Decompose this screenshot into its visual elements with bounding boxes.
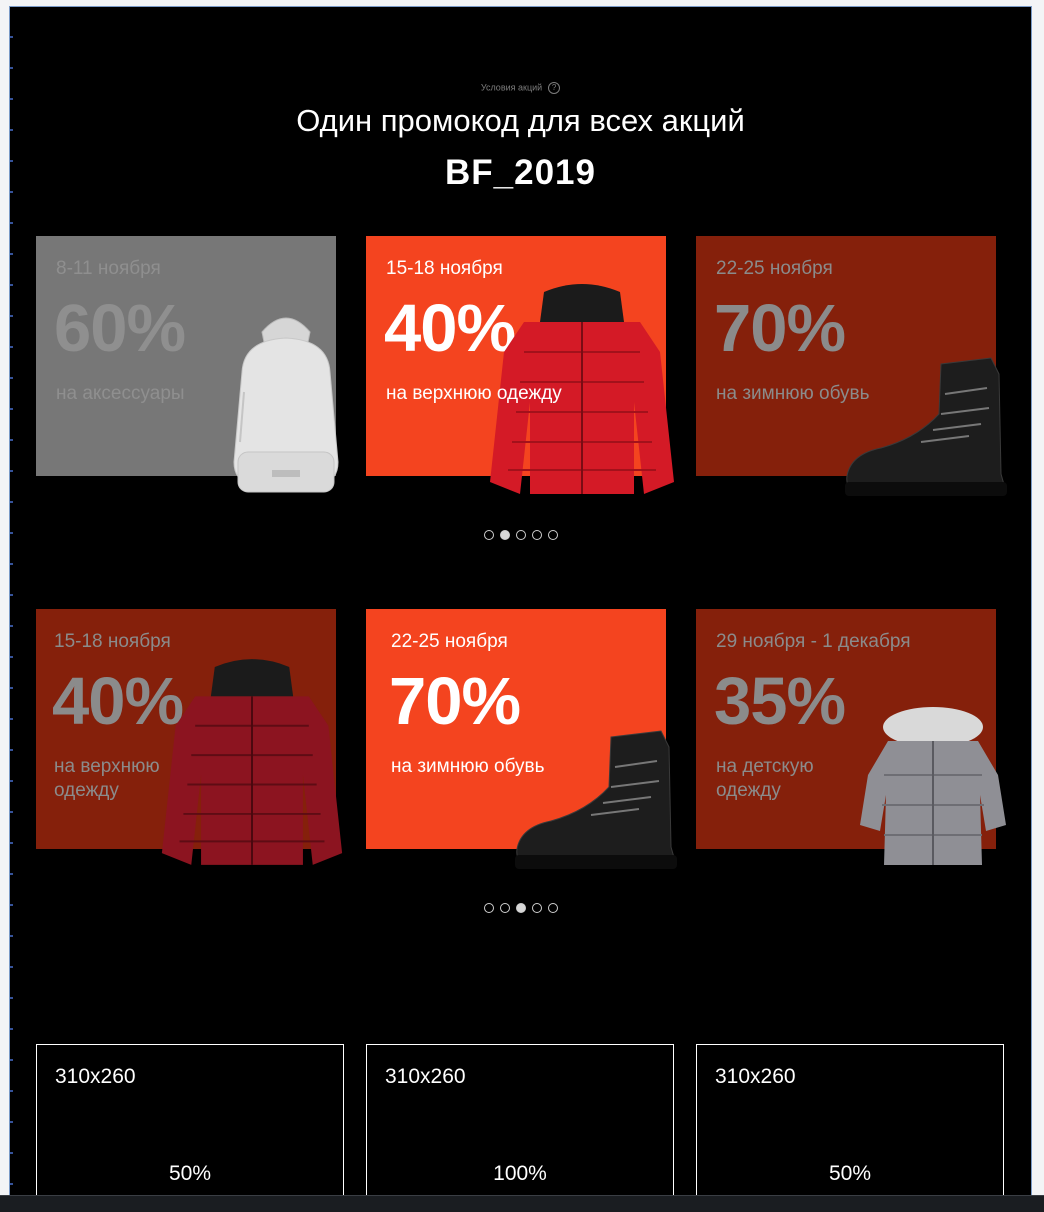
placeholder-size: 310x260 <box>55 1065 136 1088</box>
carousel-1-pagination <box>10 530 1031 540</box>
promo-carousel-2: 15-18 ноября 40% на верхнюю одежду 22-25… <box>36 609 1016 879</box>
jacket-icon <box>161 659 343 865</box>
promo-category: на верхнюю одежду <box>54 756 160 801</box>
placeholder-percent: 50% <box>168 1162 212 1185</box>
promo-date: 22-25 ноября <box>391 631 508 652</box>
placeholder-size: 310x260 <box>715 1065 796 1088</box>
carousel-dot[interactable] <box>515 530 526 540</box>
boot-icon <box>845 357 1007 496</box>
promo-category: на верхнюю одежду <box>386 383 562 404</box>
carousel-dot[interactable] <box>531 530 542 540</box>
promo-date: 29 ноября - 1 декабря <box>716 631 911 652</box>
placeholder-percent: 50% <box>828 1162 872 1185</box>
promo-carousel-1: 8-11 ноября 60% на аксессуары 15-18 нояб… <box>36 236 1016 506</box>
promo-card-outerwear[interactable]: 15-18 ноября 40% на верхнюю одежду <box>36 609 343 865</box>
promo-code[interactable]: BF_2019 <box>10 153 1031 193</box>
carousel-dot-active[interactable] <box>499 530 510 540</box>
promo-discount: 60% <box>54 291 186 366</box>
bottom-taskbar <box>0 1195 1044 1212</box>
promo-card-outerwear[interactable]: 15-18 ноября 40% на верхнюю одежду <box>366 236 674 494</box>
carousel-dot[interactable] <box>547 903 558 913</box>
promo-date: 15-18 ноября <box>54 631 171 652</box>
promo-card-accessories[interactable]: 8-11 ноября 60% на аксессуары <box>36 236 339 493</box>
carousel-dot[interactable] <box>499 903 510 913</box>
promo-card-kids-clothing[interactable]: 29 ноября - 1 декабря 35% на детскую оде… <box>696 609 1006 865</box>
placeholder-size: 310x260 <box>385 1065 466 1088</box>
promo-terms-link[interactable]: Условия акций? <box>10 82 1031 94</box>
carousel-2-pagination <box>10 903 1031 913</box>
promo-category: на детскую одежду <box>716 756 814 801</box>
placeholder-percent: 100% <box>493 1162 547 1185</box>
promo-card-winter-shoes[interactable]: 22-25 ноября 70% на зимнюю обувь <box>366 609 677 869</box>
backpack-icon <box>233 317 339 493</box>
kids-coat-icon <box>860 707 1006 865</box>
promo-headline: Один промокод для всех акций <box>296 103 745 138</box>
promo-date: 15-18 ноября <box>386 258 503 279</box>
promo-date: 22-25 ноября <box>716 258 833 279</box>
terms-label: Условия акций <box>480 82 543 93</box>
promo-discount: 70% <box>389 664 521 739</box>
carousel-dot[interactable] <box>531 903 542 913</box>
help-icon[interactable]: ? <box>548 82 561 94</box>
banner-placeholder: 310x260 50% <box>36 1044 344 1212</box>
promo-card-winter-shoes[interactable]: 22-25 ноября 70% на зимнюю обувь <box>696 236 1007 496</box>
banner-placeholder: 310x260 50% <box>696 1044 1004 1212</box>
carousel-dot-active[interactable] <box>515 903 526 913</box>
promo-discount: 35% <box>714 664 846 739</box>
promo-category: на аксессуары <box>56 383 185 404</box>
carousel-dot[interactable] <box>483 903 494 913</box>
boot-icon <box>515 730 677 869</box>
landing-frame: Условия акций? Один промокод для всех ак… <box>9 6 1032 1212</box>
carousel-dot[interactable] <box>547 530 558 540</box>
carousel-dot[interactable] <box>483 530 494 540</box>
promo-date: 8-11 ноября <box>56 258 161 279</box>
banner-placeholder: 310x260 100% <box>366 1044 674 1212</box>
promo-discount: 70% <box>714 291 846 366</box>
